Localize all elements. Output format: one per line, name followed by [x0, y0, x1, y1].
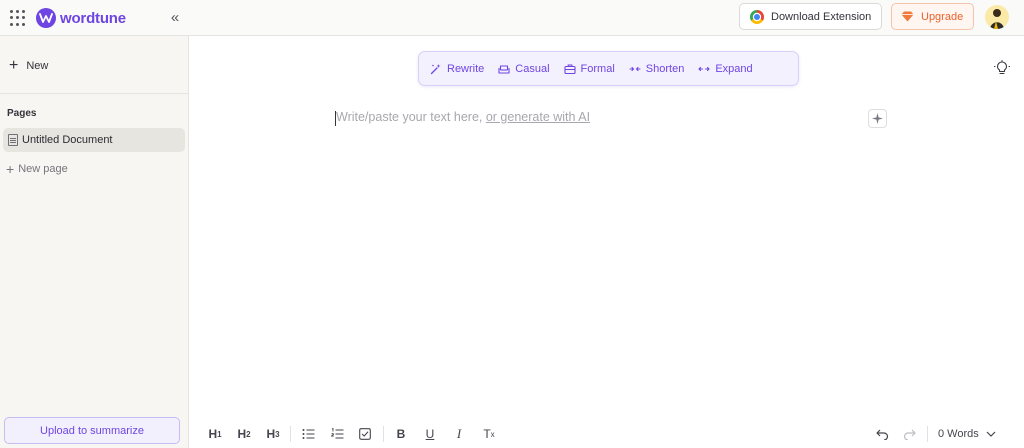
heading-2-sub: 2: [246, 429, 251, 439]
user-avatar[interactable]: [985, 5, 1009, 29]
italic-button[interactable]: I: [452, 425, 466, 443]
plus-icon: +: [6, 161, 15, 177]
pages-heading: Pages: [7, 108, 37, 119]
redo-button[interactable]: [901, 425, 917, 443]
heading-2-button[interactable]: H2: [236, 425, 252, 443]
upload-to-summarize-button[interactable]: Upload to summarize: [4, 417, 180, 444]
bold-button[interactable]: B: [394, 425, 408, 443]
download-extension-button[interactable]: Download Extension: [739, 3, 882, 30]
clear-format-sub: x: [490, 429, 495, 439]
heading-3-sub: 3: [275, 429, 280, 439]
heading-1-button[interactable]: H1: [207, 425, 223, 443]
word-count-label: 0 Words: [938, 428, 979, 440]
text-editor[interactable]: Write/paste your text here, or generate …: [335, 110, 855, 128]
apps-grid-icon[interactable]: [10, 10, 26, 26]
lightbulb-icon[interactable]: [994, 60, 1010, 76]
heading-3-label: H: [266, 427, 276, 441]
bullet-list-icon: [302, 429, 314, 439]
diamond-icon: [901, 11, 914, 22]
checklist-button[interactable]: [358, 425, 372, 443]
page-item-label: Untitled Document: [22, 134, 113, 146]
clear-format-label: T: [483, 427, 491, 441]
clear-format-button[interactable]: Tx: [481, 425, 497, 443]
heading-3-button[interactable]: H3: [265, 425, 281, 443]
editor-placeholder: Write/paste your text here,: [336, 110, 486, 124]
chevron-down-icon: [986, 431, 996, 437]
generate-with-ai-link[interactable]: or generate with AI: [486, 110, 590, 124]
expand-label: Expand: [715, 62, 753, 75]
shorten-icon: [629, 66, 641, 71]
sidebar-divider: [0, 93, 188, 94]
sidebar: + New Pages Untitled Document + New page…: [0, 36, 189, 448]
toolbar-separator: [290, 426, 291, 442]
rewrite-button[interactable]: Rewrite: [425, 57, 489, 81]
plus-icon: +: [9, 57, 19, 74]
rewrite-label: Rewrite: [447, 62, 485, 75]
word-count-dropdown[interactable]: 0 Words: [938, 426, 996, 442]
formal-label: Formal: [580, 62, 615, 75]
rewrite-toolbar: Rewrite Casual Formal Shorten Expand: [418, 51, 799, 86]
new-page-label: New page: [18, 163, 68, 175]
expand-icon: [698, 66, 711, 71]
underline-button[interactable]: U: [423, 425, 437, 443]
text-caret: [335, 111, 336, 126]
upgrade-button[interactable]: Upgrade: [891, 3, 974, 30]
numbered-list-button[interactable]: [330, 425, 344, 443]
format-toolbar: H1 H2 H3 B U I Tx 0 Words: [190, 420, 1024, 448]
collapse-sidebar-icon[interactable]: «: [166, 9, 184, 27]
undo-button[interactable]: [874, 425, 890, 443]
casual-label: Casual: [515, 62, 550, 75]
toolbar-separator: [927, 426, 928, 442]
undo-icon: [875, 429, 888, 440]
sparkle-icon: [872, 113, 883, 124]
shorten-button[interactable]: Shorten: [624, 57, 690, 81]
heading-1-sub: 1: [217, 429, 222, 439]
top-bar: wordtune « Download Extension Upgrade: [0, 0, 1024, 36]
bold-label: B: [396, 427, 406, 441]
redo-icon: [903, 429, 916, 440]
expand-button[interactable]: Expand: [693, 57, 757, 81]
wordtune-logo-mark-icon: [36, 8, 56, 28]
underline-label: U: [425, 427, 435, 441]
italic-label: I: [456, 426, 462, 441]
briefcase-icon: [563, 63, 576, 74]
upgrade-label: Upgrade: [921, 10, 964, 23]
page-item-untitled-document[interactable]: Untitled Document: [3, 128, 185, 152]
checkbox-icon: [359, 428, 371, 440]
new-document-button[interactable]: + New: [0, 52, 188, 80]
sofa-icon: [498, 64, 510, 74]
numbered-list-icon: [330, 428, 343, 439]
chrome-icon: [750, 9, 764, 24]
bullet-list-button[interactable]: [301, 425, 315, 443]
magic-wand-icon: [430, 63, 441, 74]
ai-sparkle-button[interactable]: [868, 109, 887, 128]
wordtune-logo[interactable]: wordtune: [36, 8, 126, 28]
heading-1-label: H: [208, 427, 218, 441]
upload-label: Upload to summarize: [40, 424, 144, 437]
heading-2-label: H: [237, 427, 247, 441]
document-icon: [8, 134, 18, 146]
toolbar-separator: [383, 426, 384, 442]
casual-button[interactable]: Casual: [493, 57, 554, 81]
new-page-button[interactable]: + New page: [6, 160, 68, 178]
download-extension-label: Download Extension: [771, 10, 872, 23]
new-label: New: [26, 60, 49, 72]
shorten-label: Shorten: [645, 62, 685, 75]
formal-button[interactable]: Formal: [559, 57, 620, 81]
logo-text: wordtune: [60, 9, 126, 27]
